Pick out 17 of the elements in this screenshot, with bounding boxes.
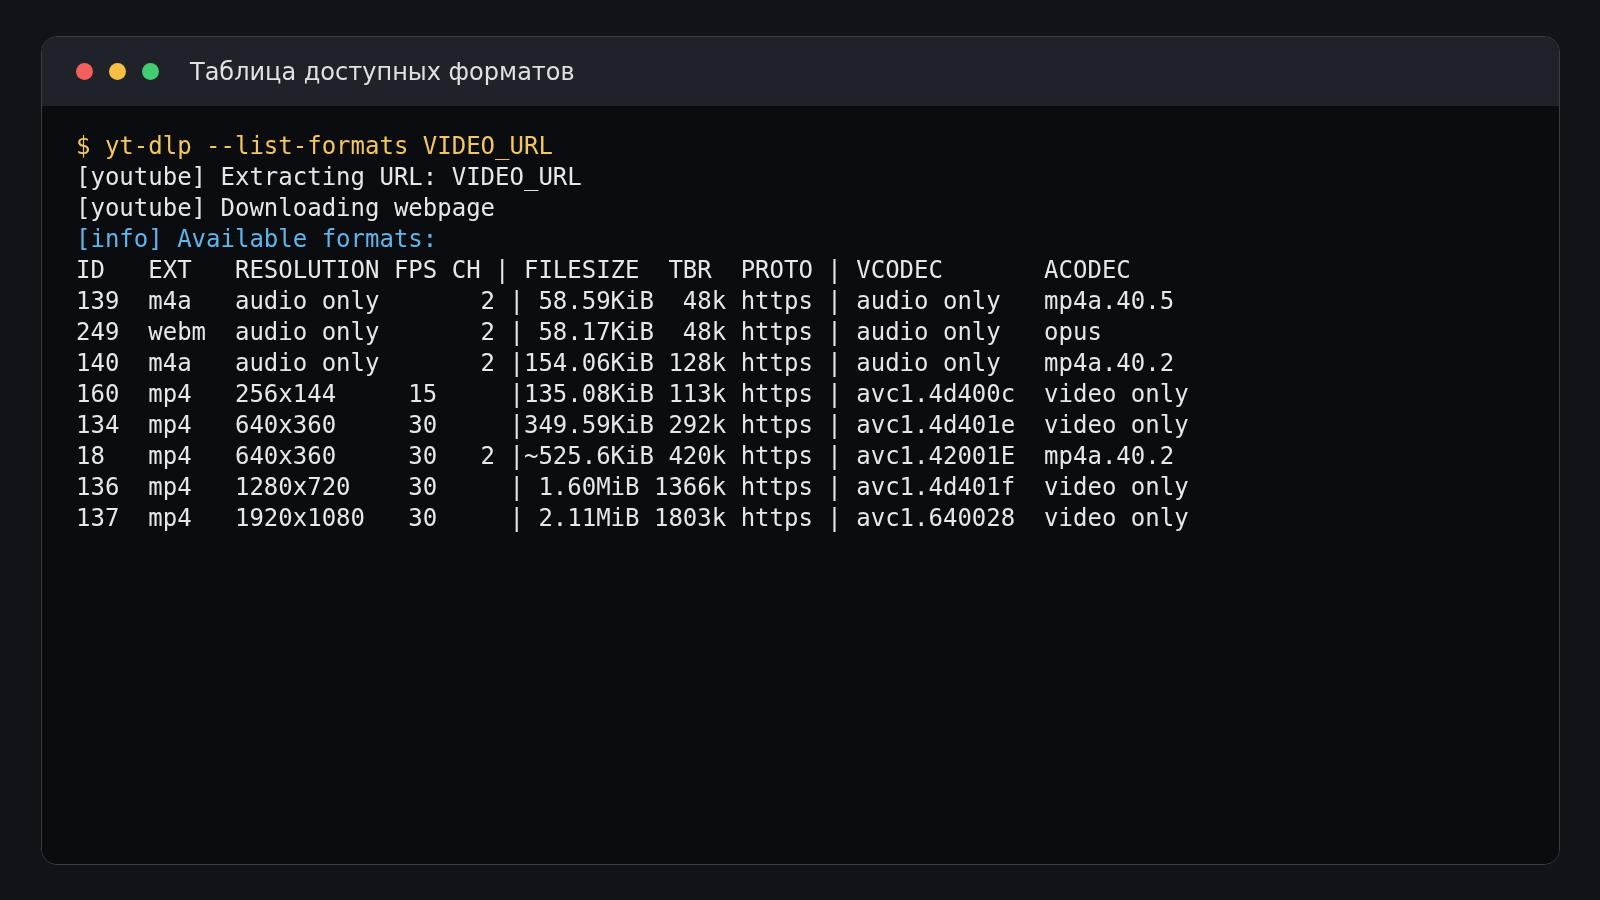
table-row-line: 134 mp4 640x360 30 |349.59KiB 292k https | avc1.4d401e video only [76, 410, 1189, 441]
table-row-line: 18 mp4 640x360 30 2 |~525.6KiB 420k https | avc1.42001E mp4a.40.2 [76, 441, 1175, 472]
table-row-line: 139 m4a audio only 2 | 58.59KiB 48k https | audio only mp4a.40.5 [76, 286, 1175, 317]
table-row-line: 137 mp4 1920x1080 30 | 2.11MiB 1803k https | avc1.640028 video only [76, 503, 1189, 534]
window-title: Таблица доступных форматов [190, 57, 575, 86]
table-row-line: 249 webm audio only 2 | 58.17KiB 48k https | audio only opus [76, 317, 1102, 348]
output-line: [youtube] Downloading webpage [76, 193, 496, 224]
table-row-line: 160 mp4 256x144 15 |135.08KiB 113k https | avc1.4d400c video only [76, 379, 1189, 410]
table-row-line: 136 mp4 1280x720 30 | 1.60MiB 1366k https | avc1.4d401f video only [76, 472, 1189, 503]
close-button[interactable] [76, 63, 93, 80]
command-line: $ yt-dlp --list-formats VIDEO_URL [76, 131, 553, 162]
maximize-button[interactable] [142, 63, 159, 80]
table-row-line: 140 m4a audio only 2 |154.06KiB 128k https | audio only mp4a.40.2 [76, 348, 1175, 379]
table-header-line: ID EXT RESOLUTION FPS CH | FILESIZE TBR PROTO | VCODEC ACODEC [76, 255, 1131, 286]
minimize-button[interactable] [109, 63, 126, 80]
output-line: [youtube] Extracting URL: VIDEO_URL [76, 162, 582, 193]
info-line: [info] Available formats: [76, 224, 438, 255]
